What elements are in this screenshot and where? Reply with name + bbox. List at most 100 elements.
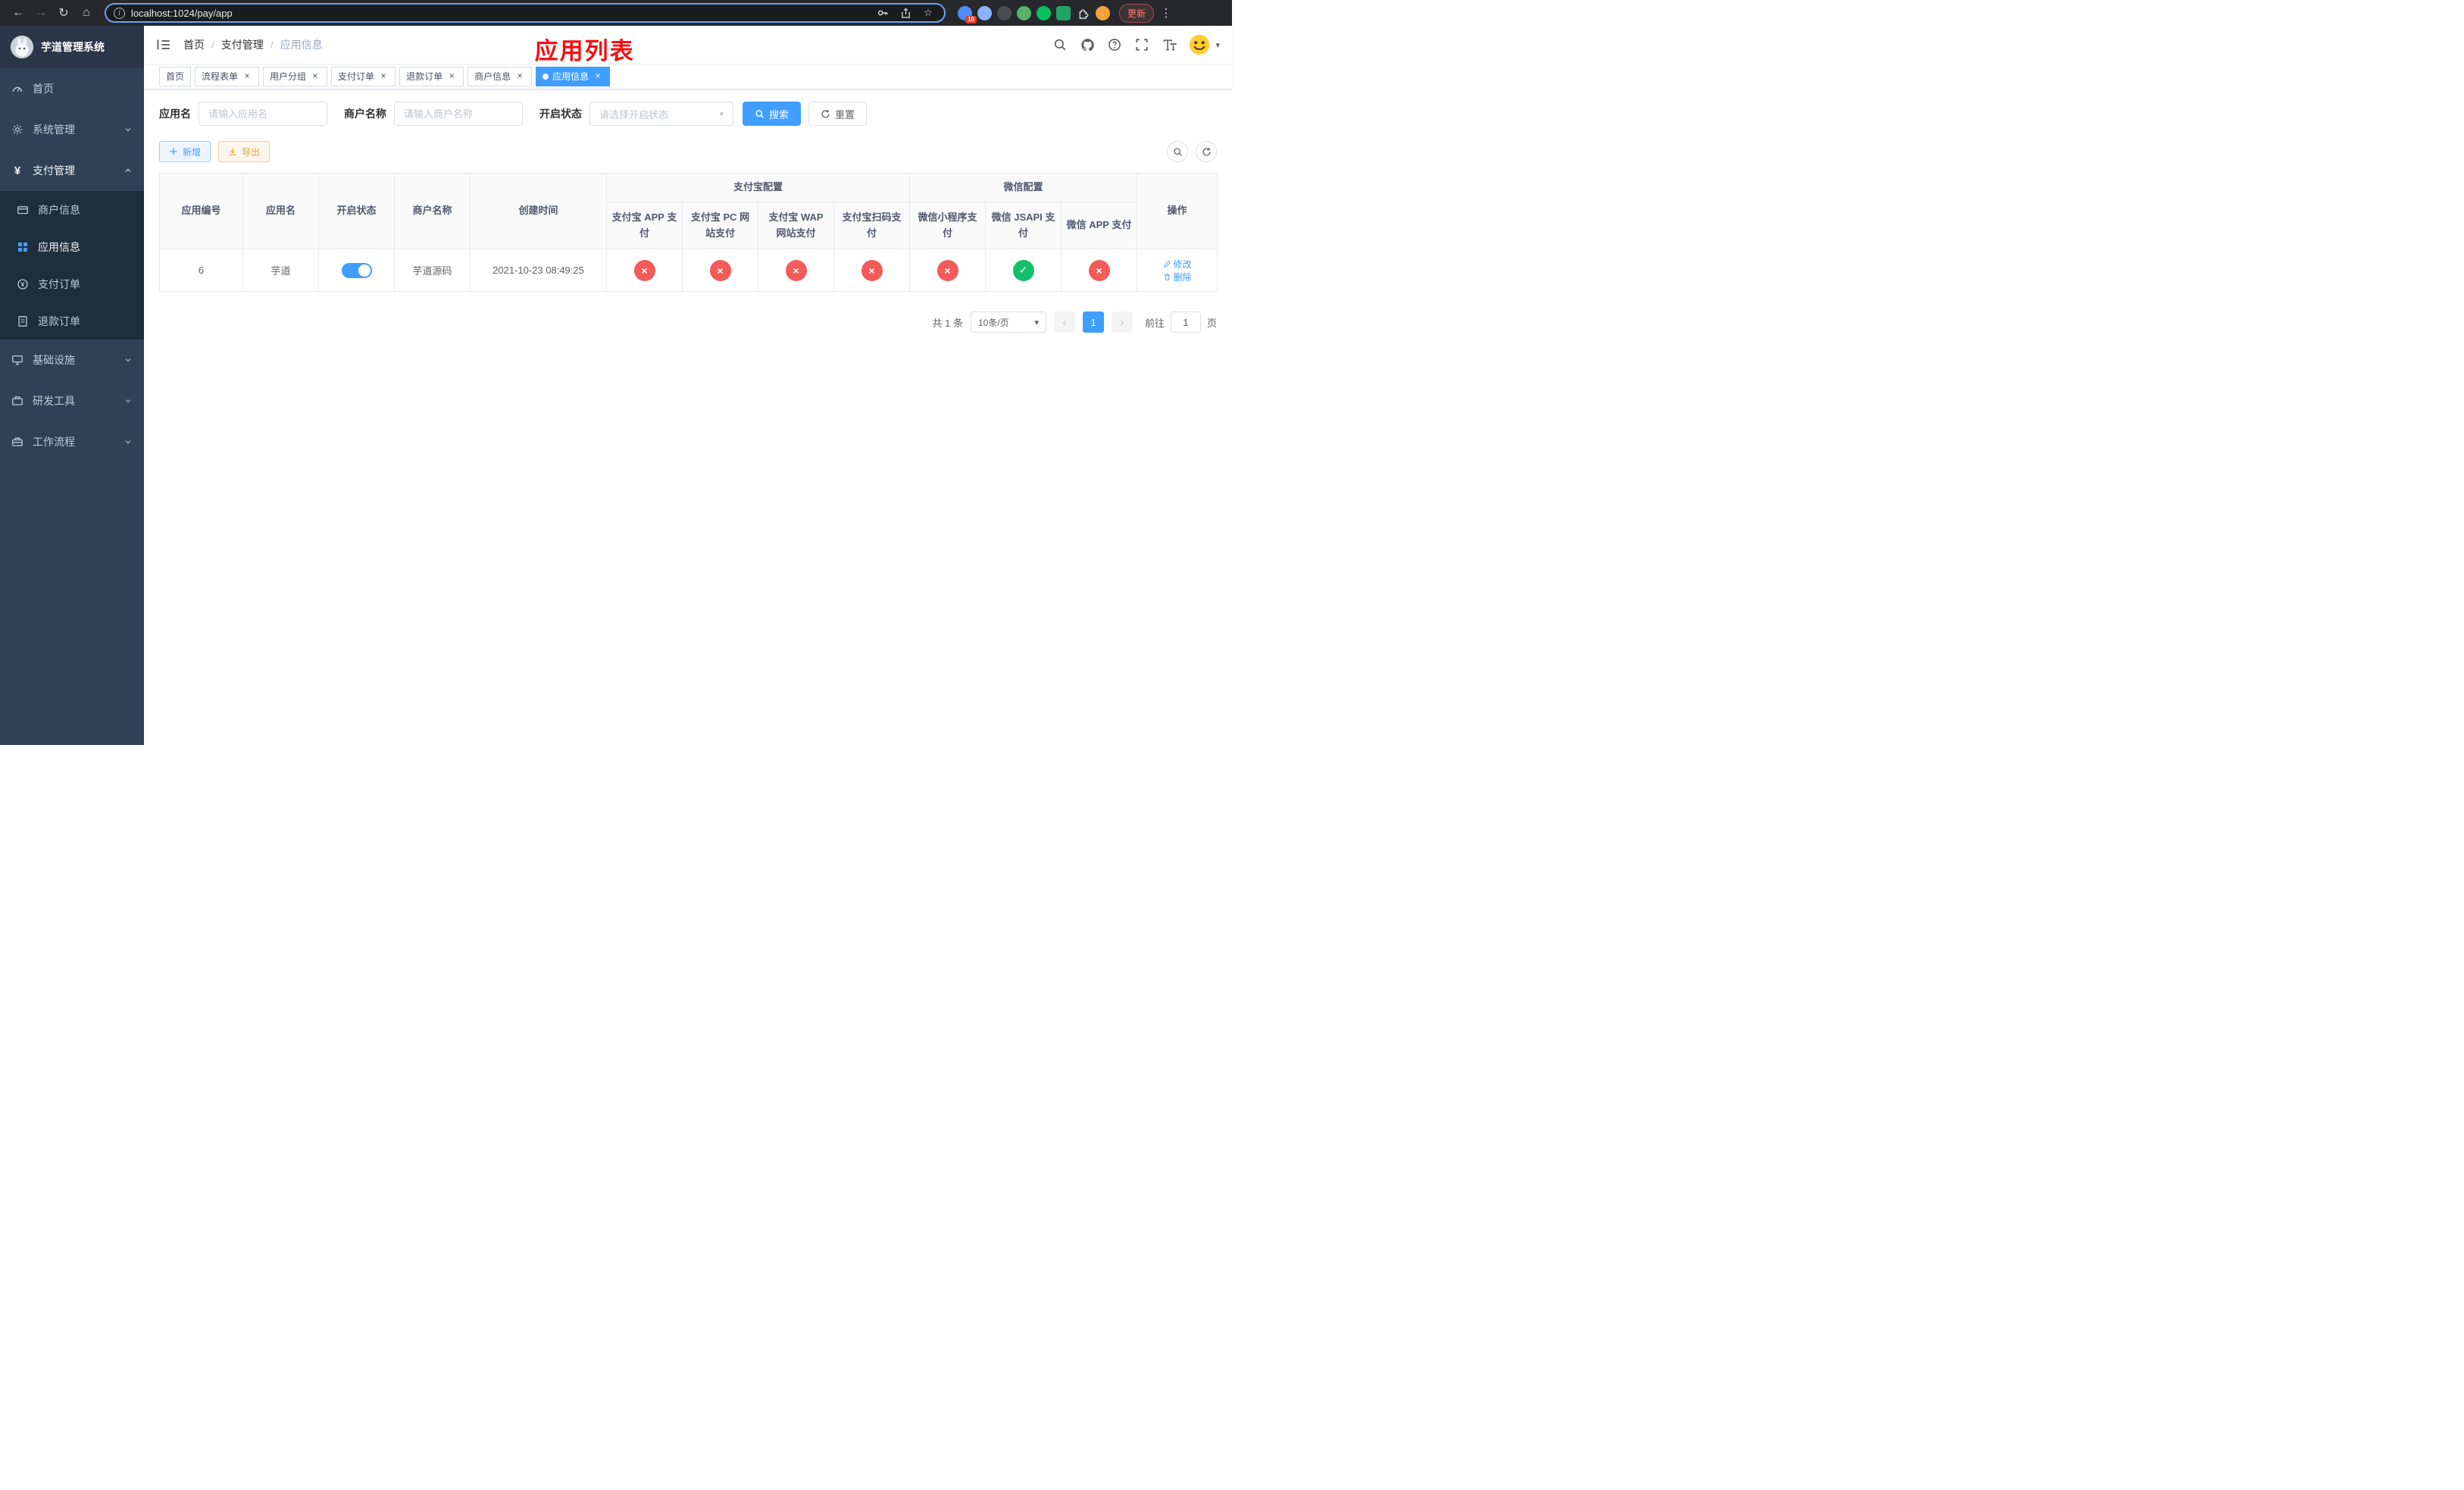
tab-refund-orders[interactable]: 退款订单 × [399, 66, 464, 86]
chrome-update-button[interactable]: 更新 [1119, 3, 1155, 23]
close-icon[interactable]: × [593, 70, 603, 82]
export-button[interactable]: 导出 [218, 141, 270, 162]
tab-merchant-info[interactable]: 商户信息 × [467, 66, 533, 86]
extension-icon-4[interactable] [1017, 5, 1031, 20]
close-icon[interactable]: × [446, 70, 457, 82]
cell-app-name: 芋道 [242, 249, 319, 292]
next-page-button[interactable]: › [1111, 311, 1133, 333]
tags-view: 首页 流程表单 × 用户分组 × 支付订单 × 退款订单 × 商户信息 × 应用… [144, 64, 1232, 89]
extension-icon-7[interactable] [1096, 5, 1110, 20]
add-button[interactable]: 新增 [159, 141, 211, 162]
sidebar-item-pay-orders[interactable]: 支付订单 [0, 265, 144, 302]
sidebar-item-workflow[interactable]: 工作流程 [0, 421, 144, 462]
edit-button[interactable]: 修改 [1163, 258, 1192, 271]
status-toggle[interactable] [341, 262, 372, 278]
extension-icon-1[interactable]: 10 [958, 5, 977, 23]
browser-reload-icon[interactable]: ↻ [53, 2, 74, 23]
breadcrumb-home[interactable]: 首页 [183, 37, 205, 52]
sidebar-item-refund-orders[interactable]: 退款订单 [0, 302, 144, 340]
tab-home[interactable]: 首页 [159, 66, 192, 86]
app-name-input[interactable] [199, 102, 327, 126]
col-group-wechat: 微信配置 [909, 173, 1138, 202]
search-button[interactable]: 搜索 [743, 102, 802, 126]
table-toolbar: 新增 导出 [159, 141, 1217, 162]
sidebar-item-system[interactable]: 系统管理 [0, 109, 144, 150]
tab-app-info[interactable]: 应用信息 × [536, 66, 611, 86]
col-alipay-app: 支付宝 APP 支付 [606, 202, 683, 249]
close-icon[interactable]: × [242, 70, 252, 82]
url-text[interactable]: localhost:1024/pay/app [131, 8, 868, 19]
toggle-search-button[interactable] [1167, 141, 1188, 162]
page-number-1[interactable]: 1 [1082, 311, 1104, 333]
extensions-puzzle-icon[interactable] [1076, 6, 1090, 20]
browser-toolbar: ← → ↻ ⌂ i localhost:1024/pay/app ☆ 10 更新… [0, 0, 1232, 26]
breadcrumb-section[interactable]: 支付管理 [221, 37, 264, 52]
alipay-wap-status-icon: × [785, 259, 807, 281]
sidebar-item-dev-tools[interactable]: 研发工具 [0, 380, 144, 421]
tab-process-form[interactable]: 流程表单 × [195, 66, 260, 86]
merchant-name-input[interactable] [394, 102, 523, 126]
tab-pay-orders[interactable]: 支付订单 × [331, 66, 396, 86]
password-key-icon[interactable] [874, 5, 891, 21]
hamburger-icon[interactable] [156, 36, 173, 53]
tab-label: 退款订单 [406, 71, 443, 82]
goto-page-input[interactable] [1170, 311, 1201, 333]
browser-forward-icon[interactable]: → [30, 2, 52, 23]
coin-icon [17, 278, 28, 290]
sidebar-item-label: 应用信息 [38, 240, 80, 253]
extension-badge: 10 [965, 15, 977, 23]
tab-label: 流程表单 [202, 71, 239, 82]
user-menu[interactable]: ▾ [1188, 33, 1220, 56]
dashboard-icon [12, 86, 23, 92]
sidebar-item-home[interactable]: 首页 [0, 68, 144, 109]
font-size-icon[interactable] [1161, 36, 1177, 53]
site-info-icon[interactable]: i [114, 7, 125, 19]
bookmark-star-icon[interactable]: ☆ [920, 5, 937, 21]
search-icon[interactable] [1052, 36, 1068, 53]
address-bar[interactable]: i localhost:1024/pay/app ☆ [105, 3, 946, 23]
navbar-actions: ▾ [1052, 33, 1220, 56]
alipay-pc-status-icon: × [709, 259, 731, 281]
status-label: 开启状态 [539, 108, 582, 120]
github-icon[interactable] [1079, 36, 1096, 53]
browser-home-icon[interactable]: ⌂ [76, 2, 97, 23]
page-unit-label: 页 [1206, 317, 1217, 329]
briefcase-icon [12, 437, 23, 446]
browser-back-icon[interactable]: ← [8, 2, 29, 23]
tab-user-group[interactable]: 用户分组 × [263, 66, 328, 86]
close-icon[interactable]: × [514, 70, 525, 82]
search-icon [755, 109, 764, 118]
sidebar-item-payment[interactable]: ¥ 支付管理 [0, 150, 144, 191]
extension-icon-2[interactable] [977, 5, 992, 20]
fullscreen-icon[interactable] [1134, 36, 1150, 53]
share-icon[interactable] [897, 5, 914, 21]
wx-lite-status-icon: × [937, 259, 958, 281]
sidebar-item-merchant-info[interactable]: 商户信息 [0, 191, 144, 228]
sidebar-item-label: 研发工具 [33, 395, 75, 407]
refresh-table-button[interactable] [1196, 141, 1217, 162]
close-icon[interactable]: × [378, 70, 389, 82]
browser-menu-icon[interactable]: ⋮ [1159, 6, 1174, 20]
cell-created: 2021-10-23 08:49:25 [470, 249, 607, 292]
page-annotation: 应用列表 [534, 38, 635, 64]
help-icon[interactable] [1106, 36, 1123, 53]
sidebar-item-app-info[interactable]: 应用信息 [0, 228, 144, 265]
reset-button[interactable]: 重置 [808, 102, 868, 126]
page-size-select[interactable]: 10条/页 ▾ [970, 311, 1046, 333]
prev-page-button[interactable]: ‹ [1053, 311, 1075, 333]
extension-icon-6[interactable] [1056, 5, 1071, 20]
app-logo[interactable]: 芋道管理系统 [0, 26, 144, 68]
extensions-area: 10 [958, 5, 1110, 23]
sidebar-item-infrastructure[interactable]: 基础设施 [0, 340, 144, 380]
status-select[interactable]: 请选择开启状态 ▾ [589, 102, 733, 126]
extension-icon-3[interactable] [997, 5, 1012, 20]
delete-button[interactable]: 删除 [1163, 271, 1192, 283]
chevron-down-icon [125, 128, 131, 132]
close-icon[interactable]: × [310, 70, 321, 82]
extension-icon-5[interactable] [1037, 5, 1051, 20]
trash-icon [1164, 273, 1170, 280]
col-merchant: 商户名称 [394, 173, 471, 249]
credit-card-icon [17, 205, 28, 214]
tab-label: 支付订单 [338, 71, 375, 82]
wx-app-status-icon: × [1088, 259, 1110, 281]
